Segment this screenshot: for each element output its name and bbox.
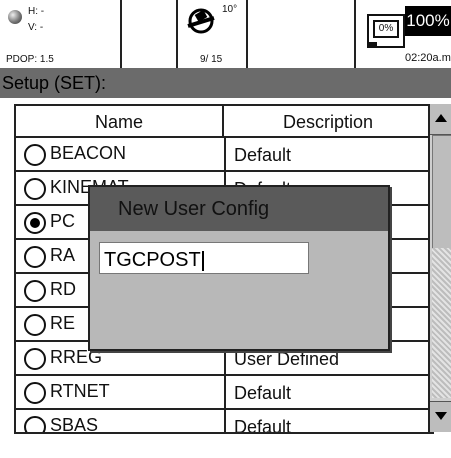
radio-button[interactable] — [24, 178, 46, 200]
dialog-title: New User Config — [90, 187, 388, 231]
radio-button[interactable] — [24, 382, 46, 404]
status-bar: H: - V: - PDOP: 1.5 10° 9/ 15 0% 100% 02… — [0, 0, 451, 68]
clock: 02:20a.m — [405, 52, 451, 64]
battery-percent: 100% — [405, 6, 451, 36]
scroll-down-button[interactable] — [430, 401, 451, 432]
radio-button[interactable] — [24, 280, 46, 302]
scroll-track[interactable] — [432, 248, 451, 398]
row-description: Default — [224, 410, 432, 432]
triangle-down-icon — [435, 412, 447, 420]
row-description: Default — [224, 138, 432, 170]
scroll-thumb[interactable] — [432, 135, 451, 249]
row-name: RA — [50, 245, 76, 265]
row-name: RE — [50, 313, 76, 333]
v-label: V: - — [28, 22, 44, 33]
memory-percent: 0% — [373, 20, 399, 38]
table-row[interactable]: RTNET Default — [16, 376, 432, 410]
radio-button[interactable] — [24, 416, 46, 432]
elevation-label: 10° — [222, 4, 238, 15]
new-user-config-dialog: New User Config TGCPOST — [88, 185, 390, 351]
column-header-description[interactable]: Description — [224, 106, 432, 136]
row-name: PC — [50, 211, 76, 231]
scrollbar[interactable] — [428, 104, 451, 432]
scroll-up-button[interactable] — [430, 104, 451, 135]
triangle-up-icon — [435, 114, 447, 122]
satellite-icon — [187, 8, 215, 34]
globe-icon — [8, 10, 22, 24]
setup-header: Setup (SET): — [0, 68, 451, 98]
h-label: H: - — [28, 6, 45, 17]
page-title: Setup (SET): — [2, 73, 107, 93]
table-header: Name Description — [16, 106, 432, 138]
row-name: SBAS — [50, 415, 99, 434]
text-caret — [201, 250, 204, 271]
table-row[interactable]: BEACON Default — [16, 138, 432, 172]
row-name: RTNET — [50, 381, 110, 401]
column-header-name[interactable]: Name — [16, 106, 224, 136]
radio-button[interactable] — [24, 144, 46, 166]
memory-gauge-icon: 0% — [367, 14, 405, 48]
radio-button[interactable] — [24, 212, 46, 234]
config-name-input[interactable]: TGCPOST — [99, 242, 309, 274]
radio-button[interactable] — [24, 314, 46, 336]
table-row[interactable]: SBAS Default — [16, 410, 432, 434]
row-name: BEACON — [50, 143, 127, 163]
row-name: RD — [50, 279, 76, 299]
row-description: Default — [224, 376, 432, 408]
satellite-count: 9/ 15 — [200, 54, 223, 65]
radio-button[interactable] — [24, 246, 46, 268]
pdop-label: PDOP: 1.5 — [6, 54, 54, 65]
radio-button[interactable] — [24, 348, 46, 370]
